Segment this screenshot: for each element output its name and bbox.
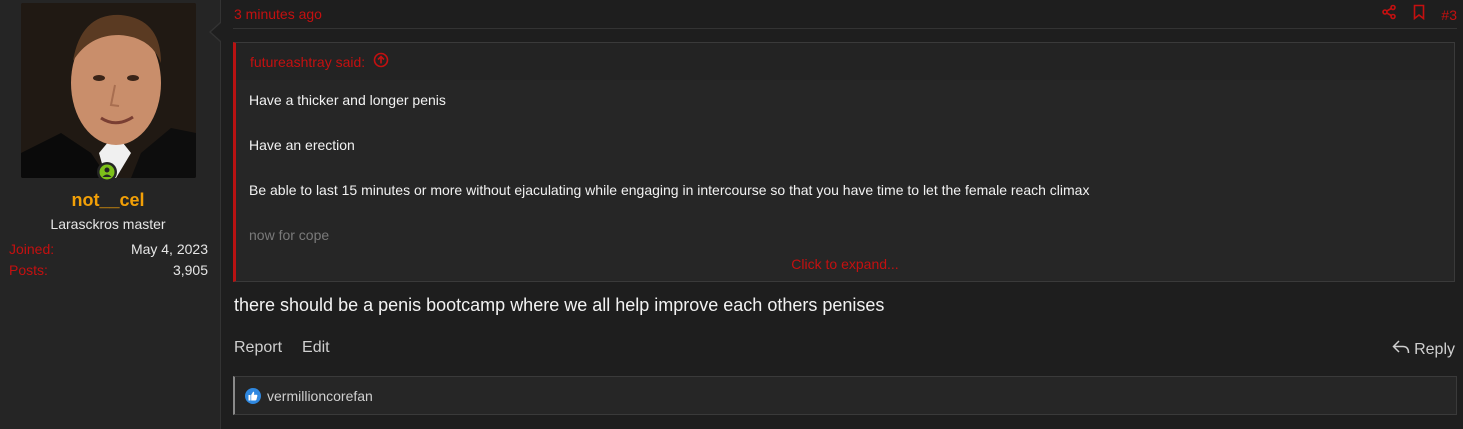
quote-block: futureashtray said: Have a thicker and l…: [233, 42, 1455, 282]
edit-link[interactable]: Edit: [302, 339, 330, 357]
online-status-icon: [97, 162, 117, 182]
share-icon[interactable]: [1381, 4, 1397, 25]
quote-body: Have a thicker and longer penis Have an …: [236, 80, 1454, 243]
user-cell: not__cel Larasckros master Joined: May 4…: [0, 0, 221, 429]
message-arrow-inner: [211, 23, 221, 41]
message-header: 3 minutes ago #3: [233, 0, 1457, 29]
reaction-users[interactable]: vermillioncorefan: [267, 388, 373, 404]
posts-label: Posts:: [9, 262, 48, 278]
joined-value: May 4, 2023: [130, 241, 208, 257]
report-link[interactable]: Report: [234, 339, 282, 357]
quote-author[interactable]: futureashtray said:: [250, 54, 365, 70]
reactions-bar[interactable]: vermillioncorefan: [233, 376, 1457, 415]
post-actions: Report Edit: [234, 339, 330, 357]
post-body: there should be a penis bootcamp where w…: [234, 295, 885, 315]
reply-icon: [1392, 339, 1410, 360]
reply-label: Reply: [1414, 340, 1455, 358]
quote-header[interactable]: futureashtray said:: [236, 43, 1454, 80]
reply-button[interactable]: Reply: [1392, 339, 1455, 360]
quote-line: Have a thicker and longer penis: [249, 92, 446, 108]
like-icon: [245, 387, 261, 404]
post-time[interactable]: 3 minutes ago: [234, 6, 322, 22]
avatar[interactable]: [21, 3, 196, 178]
post-number[interactable]: #3: [1441, 7, 1457, 23]
quote-line: Be able to last 15 minutes or more witho…: [249, 182, 1090, 198]
user-title: Larasckros master: [50, 216, 166, 232]
header-actions: #3: [1381, 4, 1457, 25]
joined-label: Joined:: [9, 241, 55, 257]
quote-line: now for cope: [249, 227, 330, 243]
bookmark-icon[interactable]: [1411, 4, 1427, 25]
posts-value: 3,905: [172, 262, 208, 278]
quote-line: Have an erection: [249, 137, 355, 153]
username[interactable]: not__cel: [0, 190, 216, 211]
quote-up-icon[interactable]: [373, 52, 389, 71]
expand-link[interactable]: Click to expand...: [236, 256, 1454, 272]
